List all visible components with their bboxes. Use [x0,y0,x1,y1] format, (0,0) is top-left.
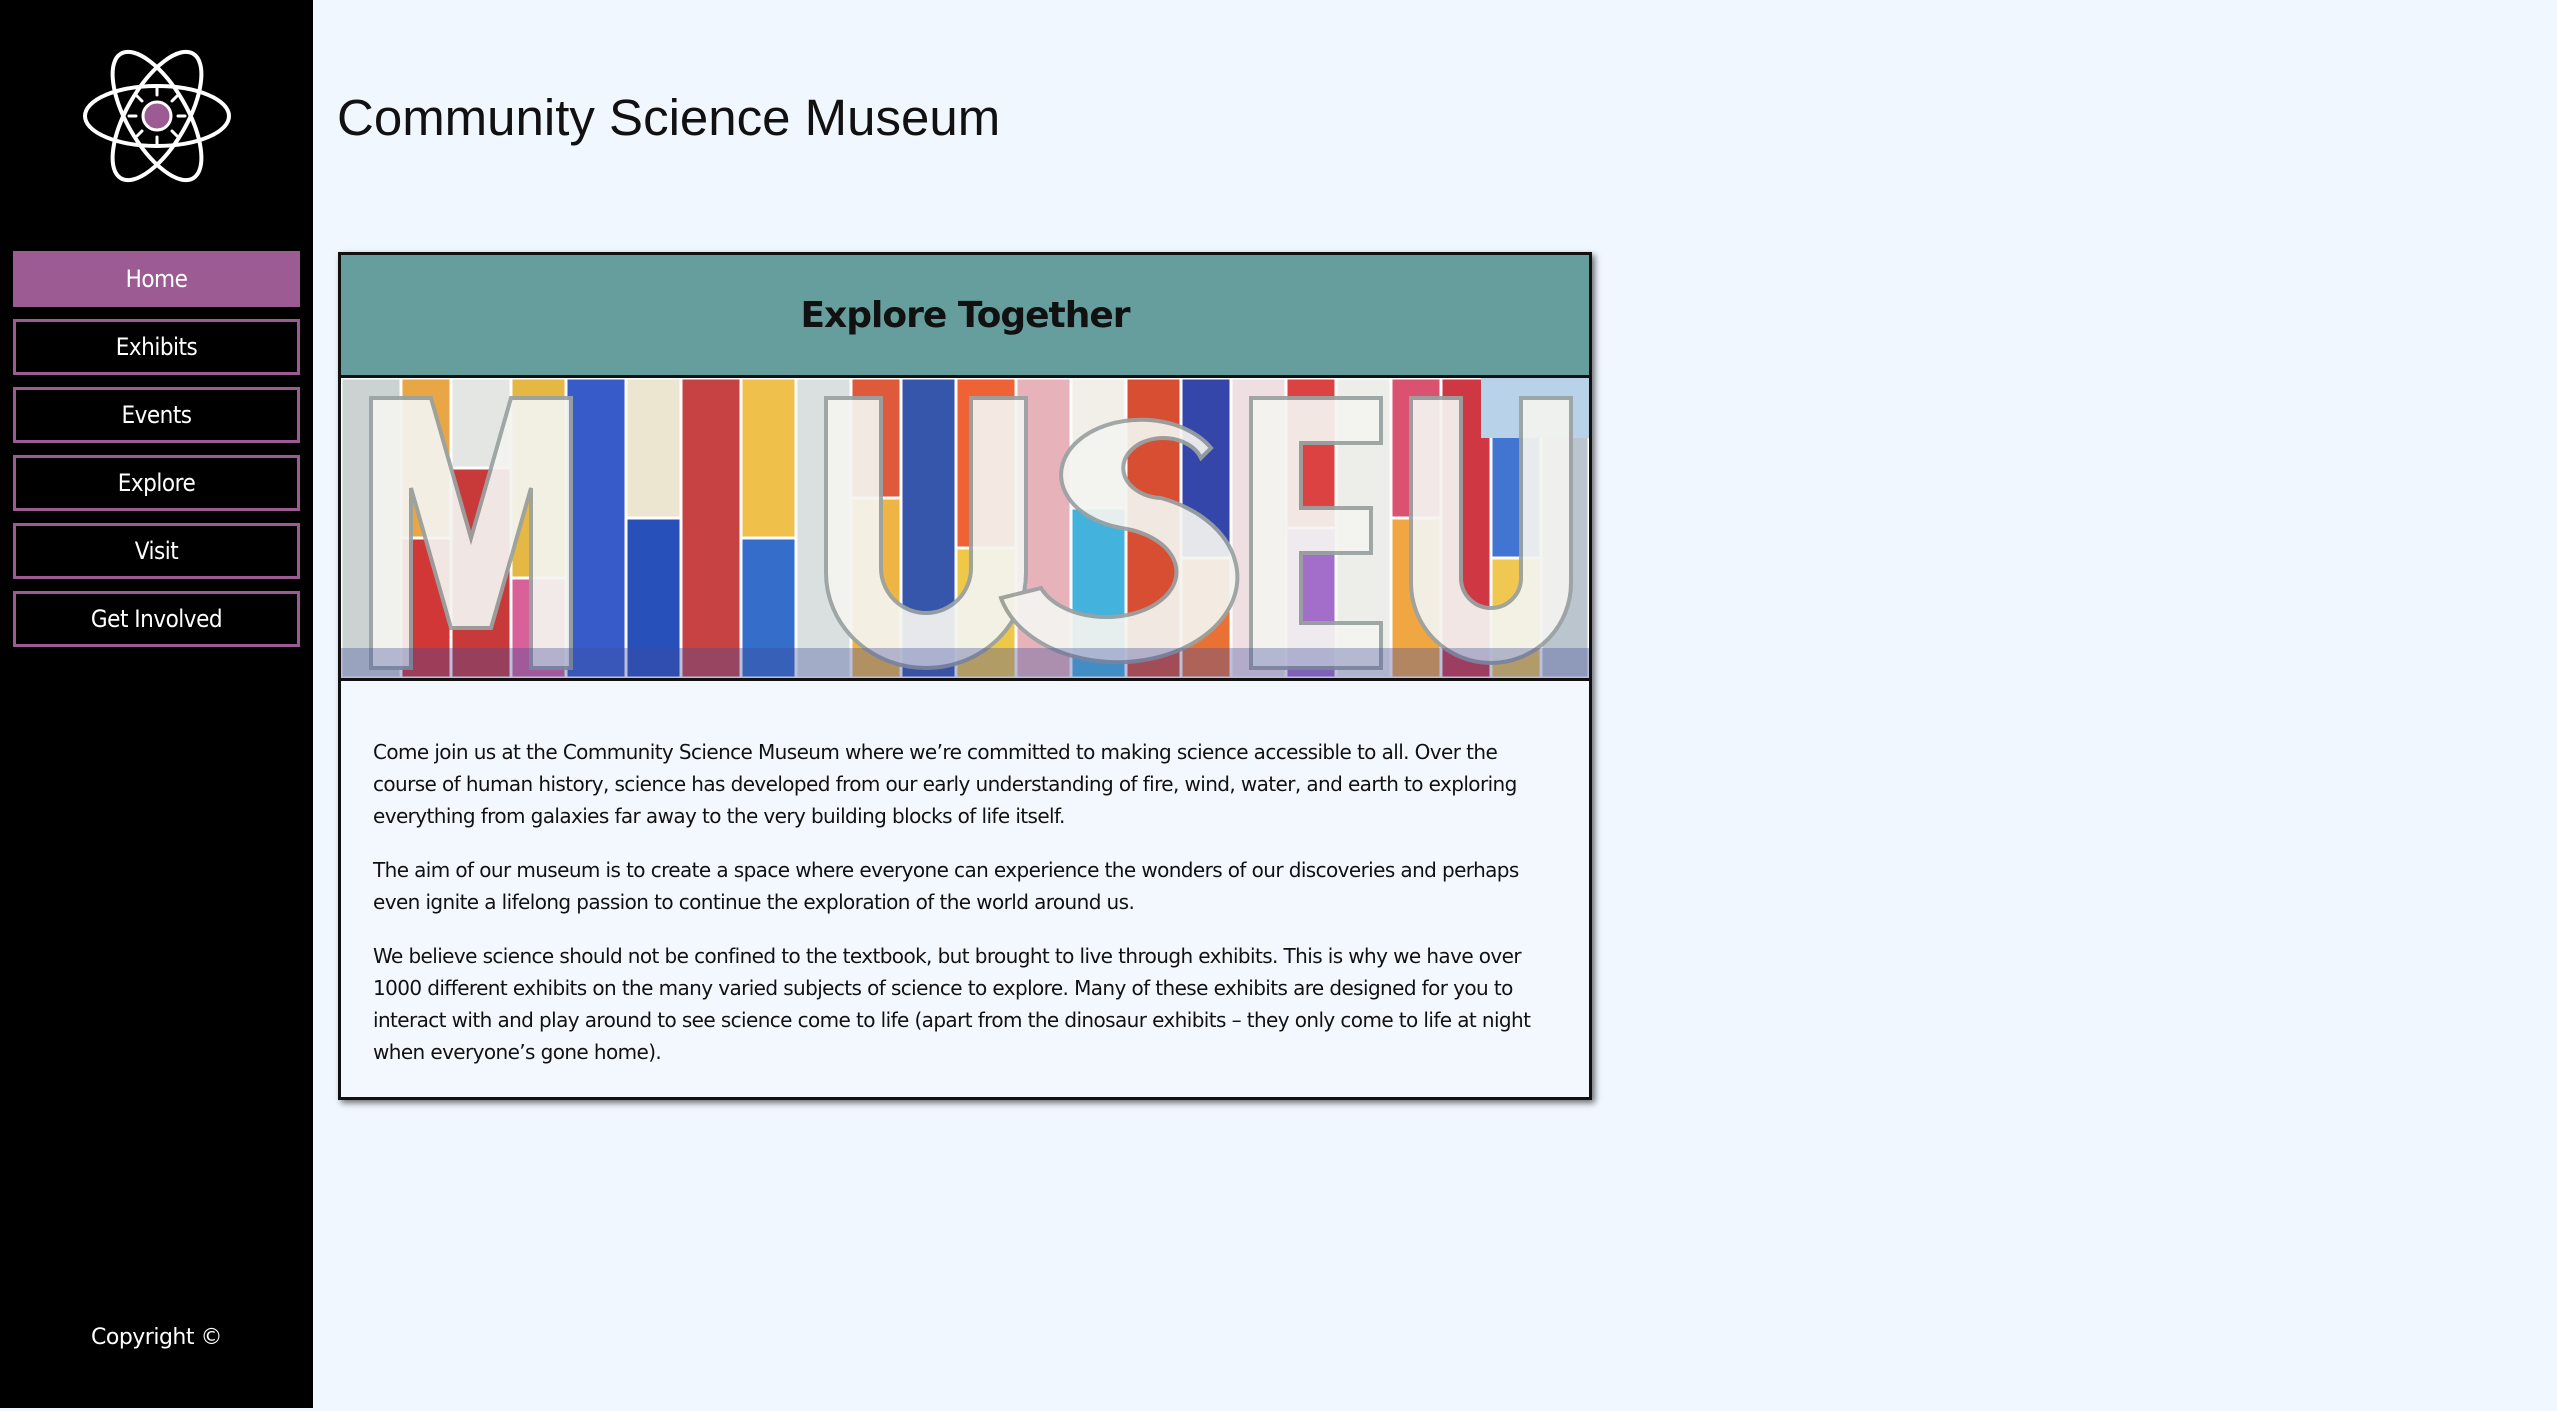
main-nav: Home Exhibits Events Explore Visit Get I… [13,251,300,659]
nav-item-get-involved[interactable]: Get Involved [13,591,300,647]
atom-icon[interactable] [79,44,235,188]
content-card: Explore Together Come join us at the Com… [338,252,1592,1100]
nav-item-explore[interactable]: Explore [13,455,300,511]
aim-paragraph: The aim of our museum is to create a spa… [373,858,1519,914]
nav-item-events[interactable]: Events [13,387,300,443]
card-body: Come join us at the Community Science Mu… [341,681,1589,1110]
page-title: Community Science Museum [337,89,1001,146]
intro-paragraph: Come join us at the Community Science Mu… [373,740,1517,828]
nav-item-visit[interactable]: Visit [13,523,300,579]
sidebar: Home Exhibits Events Explore Visit Get I… [0,0,313,1408]
copyright-text: Copyright © [91,1325,223,1350]
museum-letters-image [341,378,1589,681]
card-header: Explore Together [341,255,1589,378]
exhibits-paragraph: We believe science should not be confine… [373,944,1531,1064]
nav-item-home[interactable]: Home [13,251,300,307]
card-title: Explore Together [800,294,1130,336]
nav-item-exhibits[interactable]: Exhibits [13,319,300,375]
